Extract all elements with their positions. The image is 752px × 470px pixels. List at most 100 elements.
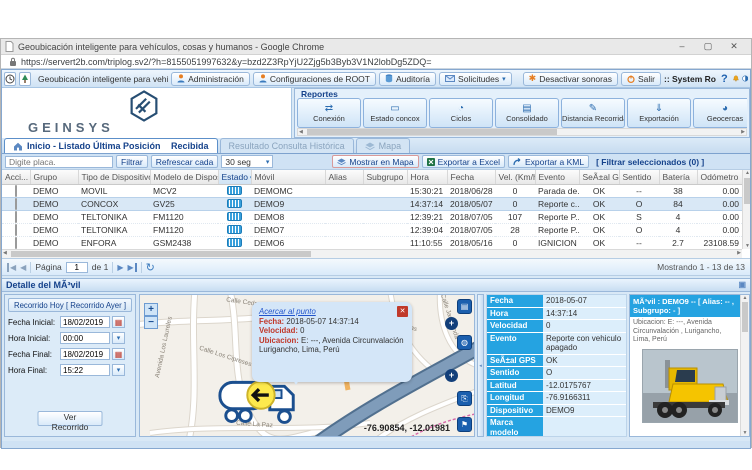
panel-toggle-icon[interactable]: ▣ xyxy=(738,280,746,290)
tab-historica[interactable]: Resultado Consulta Histórica xyxy=(220,138,354,153)
report-button[interactable]: ▤ Consolidado xyxy=(495,98,559,128)
column-header[interactable]: Alias xyxy=(325,170,363,184)
plate-search-input[interactable] xyxy=(5,156,113,168)
row-checkbox[interactable] xyxy=(15,211,17,223)
scroll-down-icon[interactable]: ▼ xyxy=(743,243,751,249)
refresh-icon[interactable]: ↻ xyxy=(146,261,155,274)
cell-checkbox[interactable] xyxy=(2,184,30,197)
contrast-icon[interactable] xyxy=(742,73,748,84)
first-page-button[interactable]: ◀ xyxy=(7,263,16,272)
column-header[interactable]: Vel. (Km/h) xyxy=(495,170,535,184)
calendar-icon[interactable]: ▦ xyxy=(112,348,125,360)
scroll-up-icon[interactable]: ▲ xyxy=(741,295,749,301)
zoom-in-button[interactable]: + xyxy=(144,303,158,316)
export-excel-button[interactable]: Exportar a Excel xyxy=(422,155,505,168)
table-vscrollbar[interactable]: ▲ ▼ xyxy=(742,170,751,249)
panel-splitter[interactable]: ◂ xyxy=(477,294,484,437)
vehicle-vscrollbar[interactable]: ▲ ▼ xyxy=(740,295,749,436)
report-button[interactable]: ✎ Distancia Recorrida xyxy=(561,98,625,128)
clock-icon[interactable] xyxy=(4,72,16,86)
map-plus-button[interactable]: + xyxy=(445,317,458,330)
show-on-map-button[interactable]: Mostrar en Mapa xyxy=(332,155,418,168)
column-header[interactable]: Sentido xyxy=(619,170,659,184)
fecha-final-input[interactable] xyxy=(60,348,110,360)
fecha-inicial-input[interactable] xyxy=(60,316,110,328)
column-header[interactable]: Odómetro xyxy=(697,170,742,184)
interval-select[interactable]: 30 seg ▾ xyxy=(221,155,273,168)
maximize-button[interactable]: ▢ xyxy=(695,41,721,52)
page-input[interactable] xyxy=(66,262,88,273)
map-drop-button[interactable]: ◍ xyxy=(457,335,472,350)
reports-hscrollbar[interactable]: ◀ ▶ xyxy=(297,128,747,136)
audit-button[interactable]: Auditoría xyxy=(379,72,436,86)
column-header[interactable]: Grupo xyxy=(30,170,78,184)
bell-icon[interactable] xyxy=(733,73,739,84)
admin-button[interactable]: Administración xyxy=(171,72,250,86)
report-button[interactable]: ◔ Ciclos xyxy=(429,98,493,128)
tab-inicio[interactable]: Inicio - Listado Última Posición Recibid… xyxy=(4,138,218,153)
cell-checkbox[interactable] xyxy=(2,236,30,249)
prev-page-button[interactable]: ◀ xyxy=(20,263,26,272)
column-header[interactable]: Hora xyxy=(407,170,447,184)
row-checkbox[interactable] xyxy=(15,224,17,236)
table-row[interactable]: DEMO ENFORA GSM2438 DEMO6 11:10:55 2018/… xyxy=(2,236,742,249)
column-header[interactable]: Subgrupo xyxy=(363,170,407,184)
table-hscrollbar[interactable]: ◀ ▶ xyxy=(2,249,742,258)
table-row[interactable]: DEMO MOVIL MCV2 DEMOMC 15:30:21 2018/06/… xyxy=(2,184,742,197)
calendar-icon[interactable]: ▦ xyxy=(112,316,125,328)
cell-checkbox[interactable] xyxy=(2,197,30,210)
hora-final-input[interactable] xyxy=(60,364,110,376)
route-tabs-button[interactable]: Recorrido Hoy [ Recorrido Ayer ] xyxy=(8,298,132,312)
row-checkbox[interactable] xyxy=(15,237,17,249)
minimize-button[interactable]: – xyxy=(669,41,695,52)
map-canvas[interactable]: Calle Cedros Los Acacias Calle Jacarandá… xyxy=(139,294,475,437)
column-header[interactable]: Modelo de Disposi... xyxy=(150,170,218,184)
ver-recorrido-button[interactable]: Ver Recorrido xyxy=(38,411,103,426)
chevron-down-icon[interactable]: ▾ xyxy=(112,332,125,344)
report-button[interactable]: ⇄ Conexión xyxy=(297,98,361,128)
map-flag-button[interactable]: ⚑ xyxy=(457,417,472,432)
scroll-left-icon[interactable]: ◀ xyxy=(3,250,7,257)
column-header[interactable]: Batería xyxy=(659,170,697,184)
close-button[interactable]: ✕ xyxy=(721,41,747,52)
report-button[interactable]: ▭ Estado concox xyxy=(363,98,427,128)
column-header[interactable]: SeÃ±al GPS xyxy=(579,170,619,184)
refresh-every-button[interactable]: Refrescar cada xyxy=(151,155,219,168)
browser-urlbar[interactable]: https://servert2b.com/triplog.sv2/?h=815… xyxy=(1,55,751,69)
column-header[interactable]: Estado xyxy=(218,170,251,184)
map-print-button[interactable]: ⎘ xyxy=(457,391,472,406)
column-header[interactable]: Tipo de Dispositivo xyxy=(78,170,150,184)
requests-button[interactable]: Solicitudes ▾ xyxy=(439,72,512,86)
scroll-right-icon[interactable]: ▶ xyxy=(741,129,745,136)
cell-checkbox[interactable] xyxy=(2,223,30,236)
table-row[interactable]: DEMO TELTONIKA FM1120 DEMO8 12:39:21 201… xyxy=(2,210,742,223)
zoom-to-point-link[interactable]: Acercar al punto xyxy=(259,307,316,316)
table-row[interactable]: DEMO CONCOX GV25 DEMO9 14:37:14 2018/05/… xyxy=(2,197,742,210)
filter-selected-label[interactable]: [ Filtrar seleccionados (0) ] xyxy=(596,157,704,167)
mute-sounds-button[interactable]: ✱ Desactivar sonoras xyxy=(523,72,618,86)
column-header[interactable]: Acci... xyxy=(2,170,30,184)
row-checkbox[interactable] xyxy=(15,198,17,210)
cell-checkbox[interactable] xyxy=(2,210,30,223)
report-button[interactable]: ◕ Geocercas xyxy=(693,98,747,128)
last-page-button[interactable]: ▶ xyxy=(127,263,136,272)
map-layers-button[interactable]: ▤ xyxy=(457,299,472,314)
export-kml-button[interactable]: Exportar a KML xyxy=(508,155,589,168)
scroll-up-icon[interactable]: ▲ xyxy=(743,170,751,176)
filtrar-button[interactable]: Filtrar xyxy=(116,155,148,168)
table-row[interactable]: DEMO TELTONIKA FM1120 DEMO7 12:39:04 201… xyxy=(2,223,742,236)
scroll-left-icon[interactable]: ◀ xyxy=(299,129,303,136)
column-header[interactable]: Móvil xyxy=(251,170,325,184)
report-button[interactable]: ⇓ Exportación xyxy=(627,98,691,128)
chevron-down-icon[interactable]: ▾ xyxy=(112,364,125,376)
zoom-out-button[interactable]: − xyxy=(144,316,158,329)
column-header[interactable]: Evento xyxy=(535,170,579,184)
next-page-button[interactable]: ▶ xyxy=(117,263,123,272)
help-icon[interactable]: ? xyxy=(719,73,730,85)
scroll-down-icon[interactable]: ▼ xyxy=(741,430,749,436)
hora-inicial-input[interactable] xyxy=(60,332,110,344)
tab-mapa[interactable]: Mapa xyxy=(356,138,411,153)
logout-button[interactable]: Salir xyxy=(621,72,661,86)
column-header[interactable]: Fecha xyxy=(447,170,495,184)
root-config-button[interactable]: Configuraciones de ROOT xyxy=(253,72,376,86)
